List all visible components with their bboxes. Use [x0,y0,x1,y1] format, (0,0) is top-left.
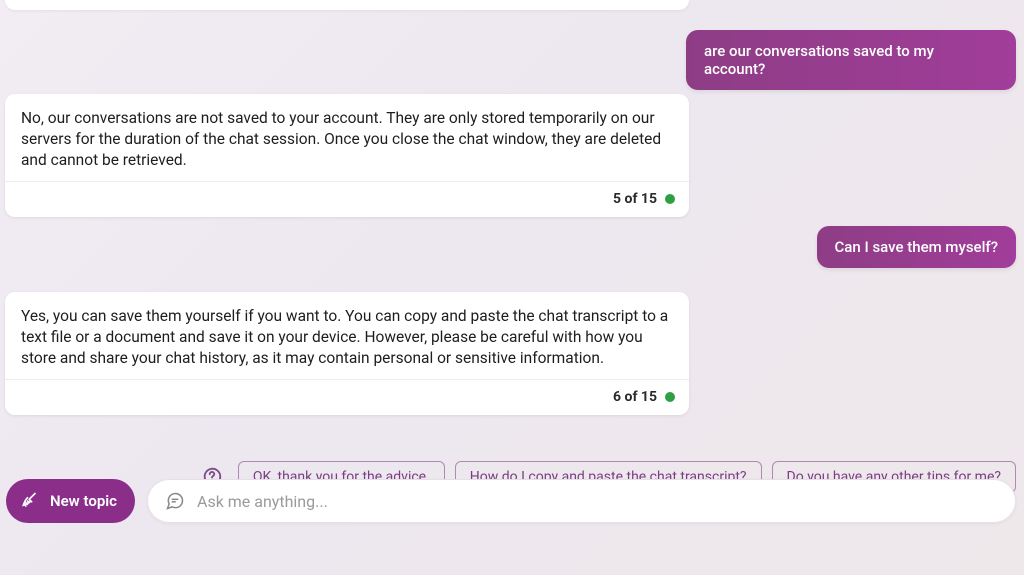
bottom-bar: New topic [6,479,1016,523]
chat-icon [165,491,185,511]
message-counter: 6 of 15 [613,388,657,407]
new-topic-label: New topic [50,492,117,510]
broom-icon [20,491,40,511]
status-dot-icon [665,194,675,204]
bot-message-footer: 5 of 15 [5,181,689,217]
bot-message-partial [5,0,689,10]
input-container[interactable] [147,479,1016,523]
user-message: are our conversations saved to my accoun… [686,30,1016,90]
bot-message-footer: 6 of 15 [5,379,689,415]
bot-message-text: No, our conversations are not saved to y… [5,94,689,181]
bot-message: Yes, you can save them yourself if you w… [5,292,689,415]
bot-message-text: Yes, you can save them yourself if you w… [5,292,689,379]
message-counter: 5 of 15 [613,190,657,209]
user-message: Can I save them myself? [817,226,1016,268]
new-topic-button[interactable]: New topic [6,479,135,523]
chat-area: are our conversations saved to my accoun… [0,0,1024,460]
status-dot-icon [665,392,675,402]
message-input[interactable] [197,492,998,511]
bot-message: No, our conversations are not saved to y… [5,94,689,217]
user-message-text: are our conversations saved to my accoun… [704,42,934,78]
user-message-text: Can I save them myself? [835,238,998,256]
